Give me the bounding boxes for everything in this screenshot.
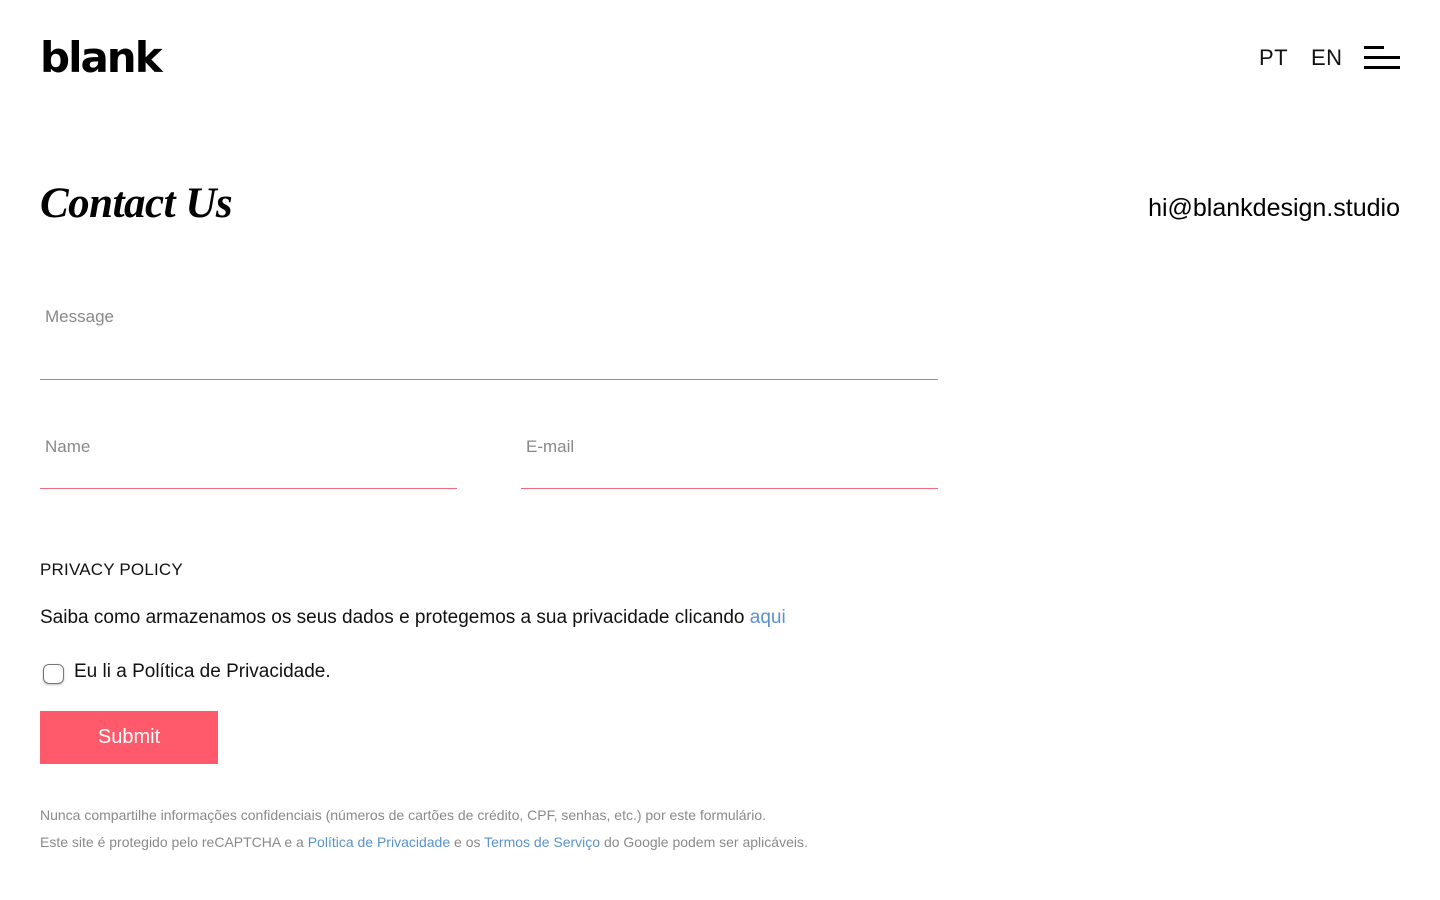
recaptcha-note-suffix: do Google podem ser aplicáveis. xyxy=(603,834,808,850)
privacy-link[interactable]: aqui xyxy=(750,607,786,628)
privacy-text: Saiba como armazenamos os seus dados e p… xyxy=(40,605,786,631)
contact-email-link[interactable]: hi@blankdesign.studio xyxy=(1148,192,1400,224)
language-pt[interactable]: PT xyxy=(1259,44,1288,72)
google-privacy-link[interactable]: Política de Privacidade xyxy=(308,834,450,850)
language-en[interactable]: EN xyxy=(1311,44,1343,72)
brand-logo[interactable]: blank xyxy=(40,34,163,82)
google-terms-link[interactable]: Termos de Serviço xyxy=(484,834,600,850)
privacy-text-body: Saiba como armazenamos os seus dados e p… xyxy=(40,607,745,628)
confidential-note: Nunca compartilhe informações confidenci… xyxy=(40,807,767,823)
contact-page: blank PT EN Contact Us hi@blankdesign.st… xyxy=(0,0,1440,900)
name-field xyxy=(40,430,457,489)
email-field xyxy=(521,430,938,489)
submit-button[interactable]: Submit xyxy=(40,711,218,764)
recaptcha-note-mid: e os xyxy=(454,834,481,850)
message-input[interactable] xyxy=(40,300,938,334)
privacy-checkbox[interactable] xyxy=(43,664,64,684)
privacy-checkbox-label[interactable]: Eu li a Política de Privacidade. xyxy=(74,660,331,684)
message-field xyxy=(40,300,938,380)
recaptcha-note-prefix: Este site é protegido pelo reCAPTCHA e a xyxy=(40,834,304,850)
hamburger-menu-icon[interactable] xyxy=(1364,46,1400,70)
menu-line xyxy=(1364,56,1400,59)
name-input[interactable] xyxy=(40,430,457,464)
menu-line xyxy=(1364,46,1384,49)
recaptcha-note: Este site é protegido pelo reCAPTCHA e a… xyxy=(40,833,808,851)
page-title: Contact Us xyxy=(40,180,233,227)
menu-line xyxy=(1364,66,1400,69)
email-input[interactable] xyxy=(521,430,938,464)
privacy-heading: PRIVACY POLICY xyxy=(40,560,183,579)
